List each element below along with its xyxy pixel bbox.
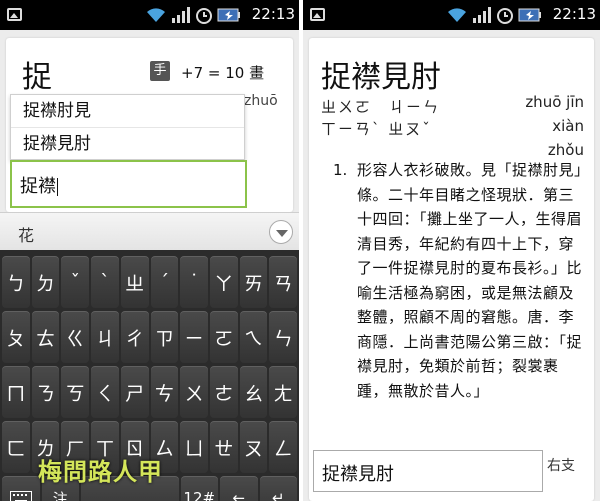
peek-pinyin: zhuō (244, 93, 278, 109)
keyboard-row-bottom: 注 12# ← ↵ (2, 476, 297, 501)
key[interactable]: ㄑ (91, 366, 119, 418)
keyboard-row-1: ㄅ ㄉ ˇ ˋ ㄓ ˊ ˙ ㄚ ㄞ ㄢ (2, 256, 298, 308)
right-screen: 22:13 捉襟見肘 ㄓㄨㄛ ㄐㄧㄣ ㄒㄧㄢˋ ㄓㄡˇ zhuō jīn xià… (303, 0, 600, 501)
key[interactable]: ㄞ (239, 256, 268, 308)
clock: 22:13 (251, 5, 295, 23)
pinyin-line: xiàn (552, 117, 584, 135)
key[interactable]: ㄒ (91, 421, 119, 473)
pinyin: zhuō jīn xiàn zhǒu (525, 90, 584, 162)
enter-key[interactable]: ↵ (259, 476, 297, 501)
key[interactable]: ㄨ (180, 366, 208, 418)
key[interactable]: ㄗ (150, 311, 179, 363)
keyboard-row-2: ㄆ ㄊ ㄍ ㄐ ㄔ ㄗ ㄧ ㄛ ㄟ ㄣ (2, 311, 298, 363)
left-screen: 22:13 捉 手 +7 = 10 畫 zhuō 捉襟肘見 捉襟見肘 捉襟 花 … (0, 0, 299, 501)
stroke-count: +7 = 10 畫 (181, 64, 265, 82)
key[interactable]: ㄎ (61, 366, 90, 418)
suggestion-item[interactable]: 捉襟見肘 (11, 127, 244, 159)
number-key[interactable]: 12# (180, 476, 218, 501)
key[interactable]: ㄣ (269, 311, 298, 363)
key[interactable]: ㄋ (31, 366, 60, 418)
key[interactable]: ㄛ (209, 311, 238, 363)
key[interactable]: ㄝ (209, 421, 238, 473)
key[interactable]: ˇ (61, 256, 90, 308)
key[interactable]: ㄇ (2, 366, 30, 418)
key[interactable]: ㄔ (120, 311, 149, 363)
candidate-bar: 花 (0, 212, 299, 250)
definition-number: 1. (333, 161, 348, 179)
suggestion-item[interactable]: 捉襟肘見 (11, 95, 244, 127)
alarm-icon (196, 8, 212, 24)
key[interactable]: ㄓ (120, 256, 149, 308)
key[interactable]: ㄟ (239, 311, 268, 363)
key[interactable]: ㄚ (209, 256, 238, 308)
key[interactable]: ㄅ (2, 256, 30, 308)
key[interactable]: ㄙ (150, 421, 179, 473)
headword: 捉 (22, 60, 52, 95)
image-notification-icon (310, 8, 325, 21)
zhuyin-keyboard: ㄅ ㄉ ˇ ˋ ㄓ ˊ ˙ ㄚ ㄞ ㄢ ㄆ ㄊ ㄍ ㄐ ㄔ ㄗ ㄧ ㄛ ㄟ ㄣ … (0, 250, 299, 501)
search-input[interactable]: 捉襟 (10, 160, 247, 208)
key[interactable]: ㄩ (180, 421, 208, 473)
key[interactable]: ㄖ (120, 421, 149, 473)
key[interactable]: ㄏ (61, 421, 90, 473)
key[interactable]: ㄕ (120, 366, 149, 418)
side-label: 右支 (547, 458, 575, 474)
zhuyin-line-1: ㄓㄨㄛ ㄐㄧㄣ (321, 98, 441, 116)
autocomplete-dropdown: 捉襟肘見 捉襟見肘 (10, 94, 245, 160)
zhuyin-line-2: ㄒㄧㄢˋ ㄓㄡˇ (321, 120, 432, 138)
keyboard-row-4: ㄈ ㄌ ㄏ ㄒ ㄖ ㄙ ㄩ ㄝ ㄡ ㄥ (2, 421, 298, 473)
key[interactable]: ㄡ (239, 421, 268, 473)
status-icons (446, 5, 542, 25)
key[interactable]: ㄆ (2, 311, 30, 363)
key[interactable]: ㄤ (269, 366, 298, 418)
key[interactable]: ㄉ (31, 256, 60, 308)
key[interactable]: ㄧ (180, 311, 208, 363)
search-input-value: 捉襟見肘 (322, 464, 394, 485)
image-notification-icon (7, 8, 22, 21)
key[interactable]: ㄈ (2, 421, 30, 473)
key[interactable]: ˙ (180, 256, 208, 308)
alarm-icon (497, 8, 513, 24)
search-input[interactable]: 捉襟見肘 (313, 450, 543, 492)
key[interactable]: ㄌ (31, 421, 60, 473)
keyboard-row-3: ㄇ ㄋ ㄎ ㄑ ㄕ ㄘ ㄨ ㄜ ㄠ ㄤ (2, 366, 298, 418)
candidate-word[interactable]: 花 (18, 222, 34, 246)
key[interactable]: ㄥ (269, 421, 298, 473)
search-input-value: 捉襟 (20, 176, 58, 197)
mode-key[interactable]: 注 (41, 476, 79, 501)
definition: 1. 形容人衣衫破敗。見「捉襟肘見」條。二十年目睹之怪現狀．第三十四回：「攤上坐… (333, 158, 583, 403)
signal-icon (473, 7, 491, 23)
wifi-icon (147, 8, 165, 22)
key[interactable]: ㄢ (269, 256, 298, 308)
entry-title: 捉襟見肘 (321, 60, 441, 95)
pinyin-line: zhuō jīn (525, 93, 584, 111)
backspace-key[interactable]: ← (220, 476, 258, 501)
definition-text: 形容人衣衫破敗。見「捉襟肘見」條。二十年目睹之怪現狀．第三十四回：「攤上坐了一人… (357, 161, 583, 400)
key[interactable]: ㄍ (61, 311, 90, 363)
status-bar: 22:13 (0, 0, 299, 30)
radical-badge: 手 (150, 61, 170, 81)
chevron-down-icon[interactable] (269, 220, 293, 244)
key[interactable]: ㄐ (91, 311, 119, 363)
battery-icon (518, 8, 541, 22)
key[interactable]: ㄠ (239, 366, 268, 418)
status-bar: 22:13 (303, 0, 600, 30)
key[interactable]: ㄜ (209, 366, 238, 418)
key[interactable]: ㄊ (31, 311, 60, 363)
clock: 22:13 (552, 5, 596, 23)
keyboard-icon[interactable] (2, 476, 40, 501)
key[interactable]: ˊ (150, 256, 179, 308)
signal-icon (172, 7, 190, 23)
battery-icon (217, 8, 240, 22)
wifi-icon (448, 8, 466, 22)
key[interactable]: ㄘ (150, 366, 179, 418)
key[interactable]: ˋ (91, 256, 119, 308)
status-icons (145, 5, 241, 25)
space-key[interactable] (81, 476, 179, 501)
